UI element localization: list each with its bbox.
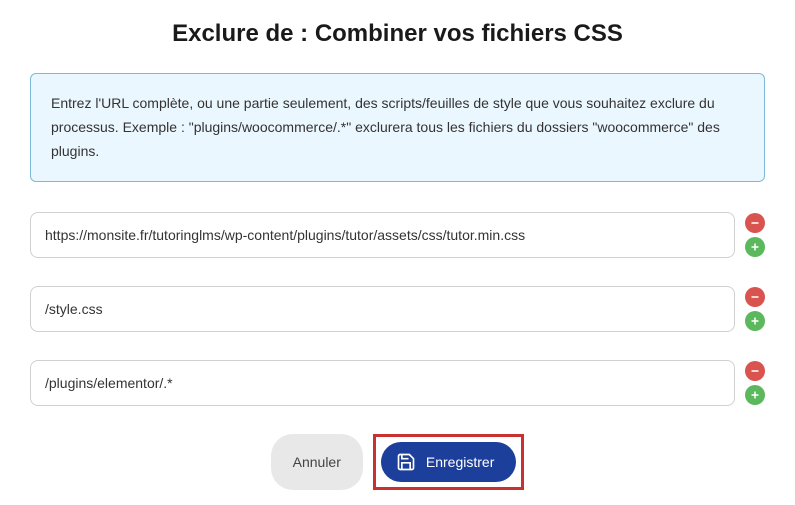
input-row: [30, 212, 765, 258]
remove-button[interactable]: [745, 361, 765, 381]
page-title: Exclure de : Combiner vos fichiers CSS: [30, 20, 765, 48]
exclude-url-input[interactable]: [30, 212, 735, 258]
input-row: [30, 286, 765, 332]
save-label: Enregistrer: [426, 454, 494, 470]
add-button[interactable]: [745, 311, 765, 331]
minus-icon: [749, 365, 761, 377]
minus-icon: [749, 291, 761, 303]
exclude-url-input[interactable]: [30, 360, 735, 406]
remove-button[interactable]: [745, 213, 765, 233]
remove-button[interactable]: [745, 287, 765, 307]
input-row: [30, 360, 765, 406]
add-button[interactable]: [745, 237, 765, 257]
plus-icon: [749, 315, 761, 327]
minus-icon: [749, 217, 761, 229]
save-button[interactable]: Enregistrer: [381, 442, 516, 482]
info-box: Entrez l'URL complète, ou une partie seu…: [30, 73, 765, 182]
add-button[interactable]: [745, 385, 765, 405]
exclude-url-input[interactable]: [30, 286, 735, 332]
footer-actions: Annuler Enregistrer: [30, 434, 765, 490]
plus-icon: [749, 241, 761, 253]
save-icon: [396, 452, 416, 472]
plus-icon: [749, 389, 761, 401]
cancel-button[interactable]: Annuler: [271, 434, 363, 490]
highlight-box: Enregistrer: [373, 434, 524, 490]
